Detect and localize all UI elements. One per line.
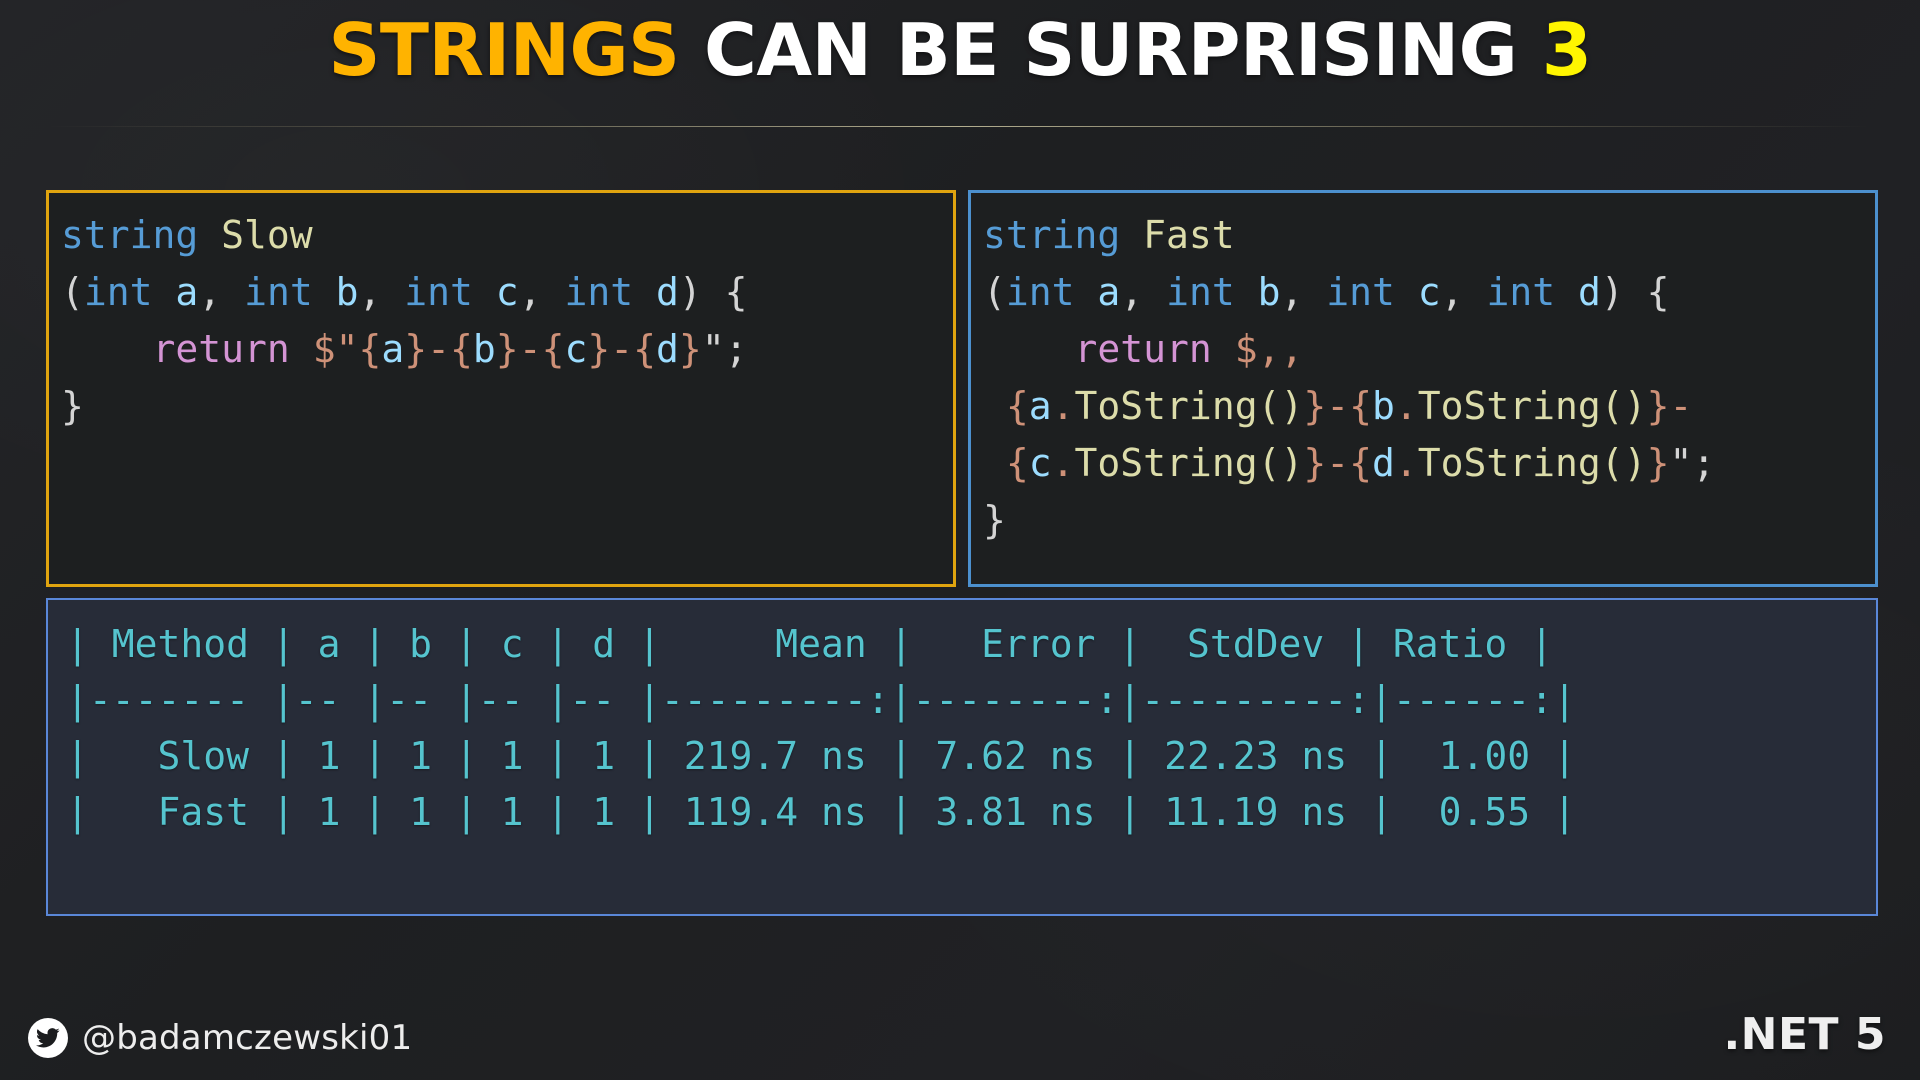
keyword-string-slow: string xyxy=(61,213,199,257)
param-d-slow: d xyxy=(655,270,679,314)
title-middle-text: CAN BE SURPRISING xyxy=(679,8,1542,92)
twitter-handle: @badamczewski01 xyxy=(82,1018,413,1058)
benchmark-table: | Method | a | b | c | d | Mean | Error … xyxy=(66,622,1576,834)
tostring-a-fast: ToString() xyxy=(1074,384,1304,428)
keyword-int-b-fast: int xyxy=(1166,270,1235,314)
code-block-slow: string Slow (int a, int b, int c, int d)… xyxy=(46,190,956,587)
sep-1-slow: - xyxy=(427,327,451,371)
interpolation-prefix-fast: $,, xyxy=(1234,327,1304,371)
benchmark-results-panel: | Method | a | b | c | d | Mean | Error … xyxy=(46,598,1878,916)
param-b-fast: b xyxy=(1257,270,1281,314)
sep-3-slow: - xyxy=(610,327,634,371)
keyword-int-d-slow: int xyxy=(564,270,634,314)
param-d-fast: d xyxy=(1577,270,1601,314)
param-a-slow: a xyxy=(175,270,199,314)
tostring-d-fast: ToString() xyxy=(1417,441,1647,485)
title-number: 3 xyxy=(1541,8,1592,92)
interp-d-slow: d xyxy=(656,327,679,371)
tostring-b-fast: ToString() xyxy=(1417,384,1647,428)
keyword-int-c-fast: int xyxy=(1326,270,1395,314)
interp-c-fast: c xyxy=(1028,441,1052,485)
keyword-int-a-fast: int xyxy=(1005,270,1075,314)
keyword-int-b-slow: int xyxy=(244,270,313,314)
terminator-fast: "; xyxy=(1669,441,1716,485)
interp-b-slow: b xyxy=(472,327,496,371)
code-block-fast: string Fast (int a, int b, int c, int d)… xyxy=(968,190,1878,587)
interp-d-fast: d xyxy=(1372,441,1395,485)
interpolation-prefix-slow: $" xyxy=(312,327,359,371)
twitter-bird-icon[interactable] xyxy=(28,1018,68,1058)
param-c-fast: c xyxy=(1417,270,1441,314)
interp-c-slow: c xyxy=(564,327,588,371)
header-divider xyxy=(48,126,1872,127)
sep-2-fast: - xyxy=(1669,384,1693,428)
platform-label: .NET 5 xyxy=(1723,1009,1886,1060)
footer-left: @badamczewski01 xyxy=(28,1018,412,1058)
method-name-fast: Fast xyxy=(1143,213,1235,257)
interp-a-slow: a xyxy=(381,327,405,371)
sep-3-fast: - xyxy=(1326,441,1350,485)
tostring-c-fast: ToString() xyxy=(1074,441,1304,485)
sep-2-slow: - xyxy=(518,327,542,371)
keyword-return-fast: return xyxy=(1074,327,1212,371)
sep-1-fast: - xyxy=(1326,384,1350,428)
method-name-slow: Slow xyxy=(221,213,313,257)
interp-b-fast: b xyxy=(1372,384,1395,428)
terminator-slow: "; xyxy=(701,327,748,371)
page-title: STRINGS CAN BE SURPRISING 3 xyxy=(0,8,1920,93)
keyword-return-slow: return xyxy=(152,327,290,371)
keyword-int-a-slow: int xyxy=(83,270,153,314)
param-b-slow: b xyxy=(335,270,359,314)
slide-root: STRINGS CAN BE SURPRISING 3 string Slow … xyxy=(0,0,1920,1080)
title-highlight-word: STRINGS xyxy=(328,8,680,92)
keyword-string-fast: string xyxy=(983,213,1121,257)
param-a-fast: a xyxy=(1097,270,1121,314)
param-c-slow: c xyxy=(495,270,519,314)
interp-a-fast: a xyxy=(1028,384,1052,428)
keyword-int-c-slow: int xyxy=(404,270,473,314)
keyword-int-d-fast: int xyxy=(1486,270,1556,314)
